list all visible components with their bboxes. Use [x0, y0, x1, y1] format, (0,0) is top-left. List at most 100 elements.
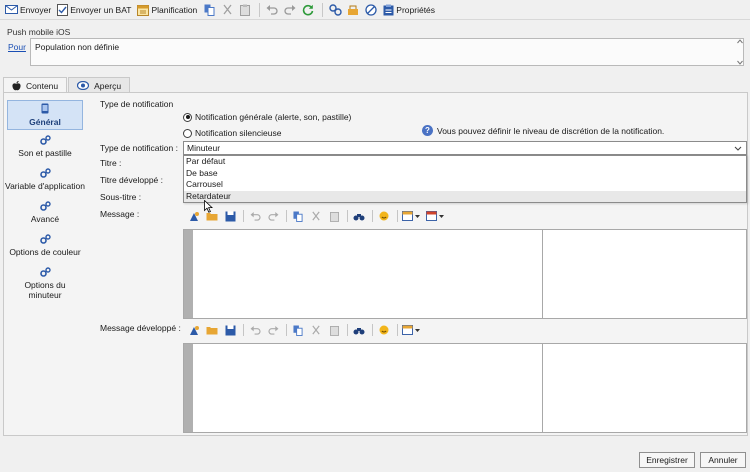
schedule-label: Planification [151, 4, 198, 15]
save-button[interactable] [222, 208, 238, 224]
dropdown-option[interactable]: De base [184, 168, 746, 180]
find-button[interactable] [351, 208, 367, 224]
message-editor[interactable] [183, 229, 747, 319]
sidebar-item-variable-application[interactable]: Variable d'application [2, 168, 88, 191]
undo-button[interactable] [264, 1, 280, 19]
paste-icon [329, 211, 339, 222]
sidebar-item-options-couleur[interactable]: Options de couleur [7, 234, 83, 257]
sidebar-item-avance[interactable]: Avancé [7, 201, 83, 224]
binoculars-icon [353, 213, 365, 220]
type-notification-dropdown[interactable]: Par défaut De base Carrousel Retardateur [183, 155, 747, 203]
properties-button[interactable]: Propriétés [381, 1, 437, 19]
radio-notification-silencieuse[interactable]: Notification silencieuse [183, 128, 281, 138]
dropdown-option[interactable]: Par défaut [184, 156, 746, 168]
copy-button[interactable] [290, 322, 306, 338]
cancel-button[interactable]: Annuler [700, 452, 746, 468]
save-icon [225, 211, 235, 221]
toolbar-separator [372, 210, 373, 222]
tab-contenu[interactable]: Contenu [3, 77, 68, 93]
delivery-title: Push mobile iOS [7, 27, 71, 37]
paste-button[interactable] [326, 208, 342, 224]
personalize-icon [189, 211, 199, 221]
type-notification-select[interactable]: Minuteur [183, 141, 747, 155]
radio-label: Notification silencieuse [195, 128, 282, 138]
select-value: Minuteur [187, 143, 221, 153]
tab-apercu[interactable]: Aperçu [68, 77, 131, 93]
sidebar-item-son-et-pastille[interactable]: Son et pastille [7, 135, 83, 158]
dropdown-option[interactable]: Retardateur [184, 190, 746, 202]
type-notification-label: Type de notification : [100, 143, 178, 153]
envelope-icon [5, 5, 18, 14]
undo-icon [250, 325, 261, 335]
copy-button[interactable] [201, 1, 217, 19]
link-button[interactable] [327, 1, 343, 19]
emoji-button[interactable] [376, 208, 392, 224]
save-button[interactable] [222, 322, 238, 338]
sidebar-item-options-minuteur[interactable]: Options du minuteur [7, 267, 83, 300]
sidebar-item-label: Son et pastille [18, 148, 72, 158]
editor-splitter[interactable] [542, 230, 543, 318]
population-scroll-arrows[interactable] [737, 39, 743, 65]
chevron-down-icon [734, 146, 742, 151]
cut-button[interactable] [308, 208, 324, 224]
cut-button[interactable] [219, 1, 235, 19]
emoji-button[interactable] [376, 322, 392, 338]
tab-contenu-label: Contenu [26, 80, 59, 91]
smiley-icon [379, 211, 389, 221]
scissors-icon [312, 325, 320, 335]
message-editor-toolbar [186, 208, 449, 224]
redo-button[interactable] [282, 1, 298, 19]
sidebar-item-label: Options de couleur [9, 247, 81, 257]
titre-developpe-label: Titre développé : [100, 175, 163, 185]
calendar-icon [137, 4, 150, 16]
paste-button[interactable] [326, 322, 342, 338]
expanded-message-editor-toolbar [186, 322, 425, 338]
find-button[interactable] [351, 322, 367, 338]
open-button[interactable] [204, 322, 220, 338]
save-button[interactable]: Enregistrer [639, 452, 695, 468]
editor-splitter[interactable] [542, 344, 543, 432]
toolbar-separator [322, 2, 324, 17]
redo-button[interactable] [265, 208, 281, 224]
undo-button[interactable] [247, 322, 263, 338]
insert-menu-button[interactable] [401, 322, 423, 338]
target-link[interactable]: Pour [8, 42, 26, 52]
population-box[interactable]: Population non définie [30, 38, 744, 66]
save-icon [225, 325, 235, 335]
radio-label: Notification générale (alerte, son, past… [195, 112, 352, 122]
send-button[interactable]: Envoyer [3, 1, 53, 19]
schedule-button[interactable]: Planification [135, 1, 199, 19]
radio-notification-generale[interactable]: Notification générale (alerte, son, past… [183, 112, 351, 122]
folder-icon [206, 327, 218, 335]
format-menu-button[interactable] [425, 208, 447, 224]
send-proof-button[interactable]: Envoyer un BAT [55, 1, 133, 19]
personalize-button[interactable] [186, 322, 202, 338]
check-button[interactable] [363, 1, 379, 19]
undo-icon [250, 211, 261, 221]
paste-icon [240, 4, 251, 16]
tab-apercu-label: Aperçu [94, 80, 122, 91]
toolbar-separator [372, 324, 373, 336]
expanded-message-editor[interactable] [183, 343, 747, 433]
insert-menu-button[interactable] [401, 208, 423, 224]
redo-button[interactable] [265, 322, 281, 338]
dropdown-option[interactable]: Carrousel [184, 179, 746, 191]
sous-titre-label: Sous-titre : [100, 192, 142, 202]
toolbar-separator [347, 324, 348, 336]
paste-button[interactable] [237, 1, 253, 19]
refresh-button[interactable] [300, 1, 316, 19]
personalize-icon [189, 325, 199, 335]
scissors-icon [223, 4, 232, 15]
cancel-label: Annuler [708, 455, 738, 465]
properties-label: Propriétés [396, 4, 436, 15]
personalize-button[interactable] [345, 1, 361, 19]
personalize-button[interactable] [186, 208, 202, 224]
sidebar-item-label: Avancé [30, 214, 60, 224]
radio-dot [183, 128, 192, 138]
sidebar-item-general[interactable]: Général [7, 100, 83, 130]
smiley-icon [379, 325, 389, 335]
cut-button[interactable] [308, 322, 324, 338]
undo-button[interactable] [247, 208, 263, 224]
copy-button[interactable] [290, 208, 306, 224]
redo-icon [284, 4, 296, 15]
